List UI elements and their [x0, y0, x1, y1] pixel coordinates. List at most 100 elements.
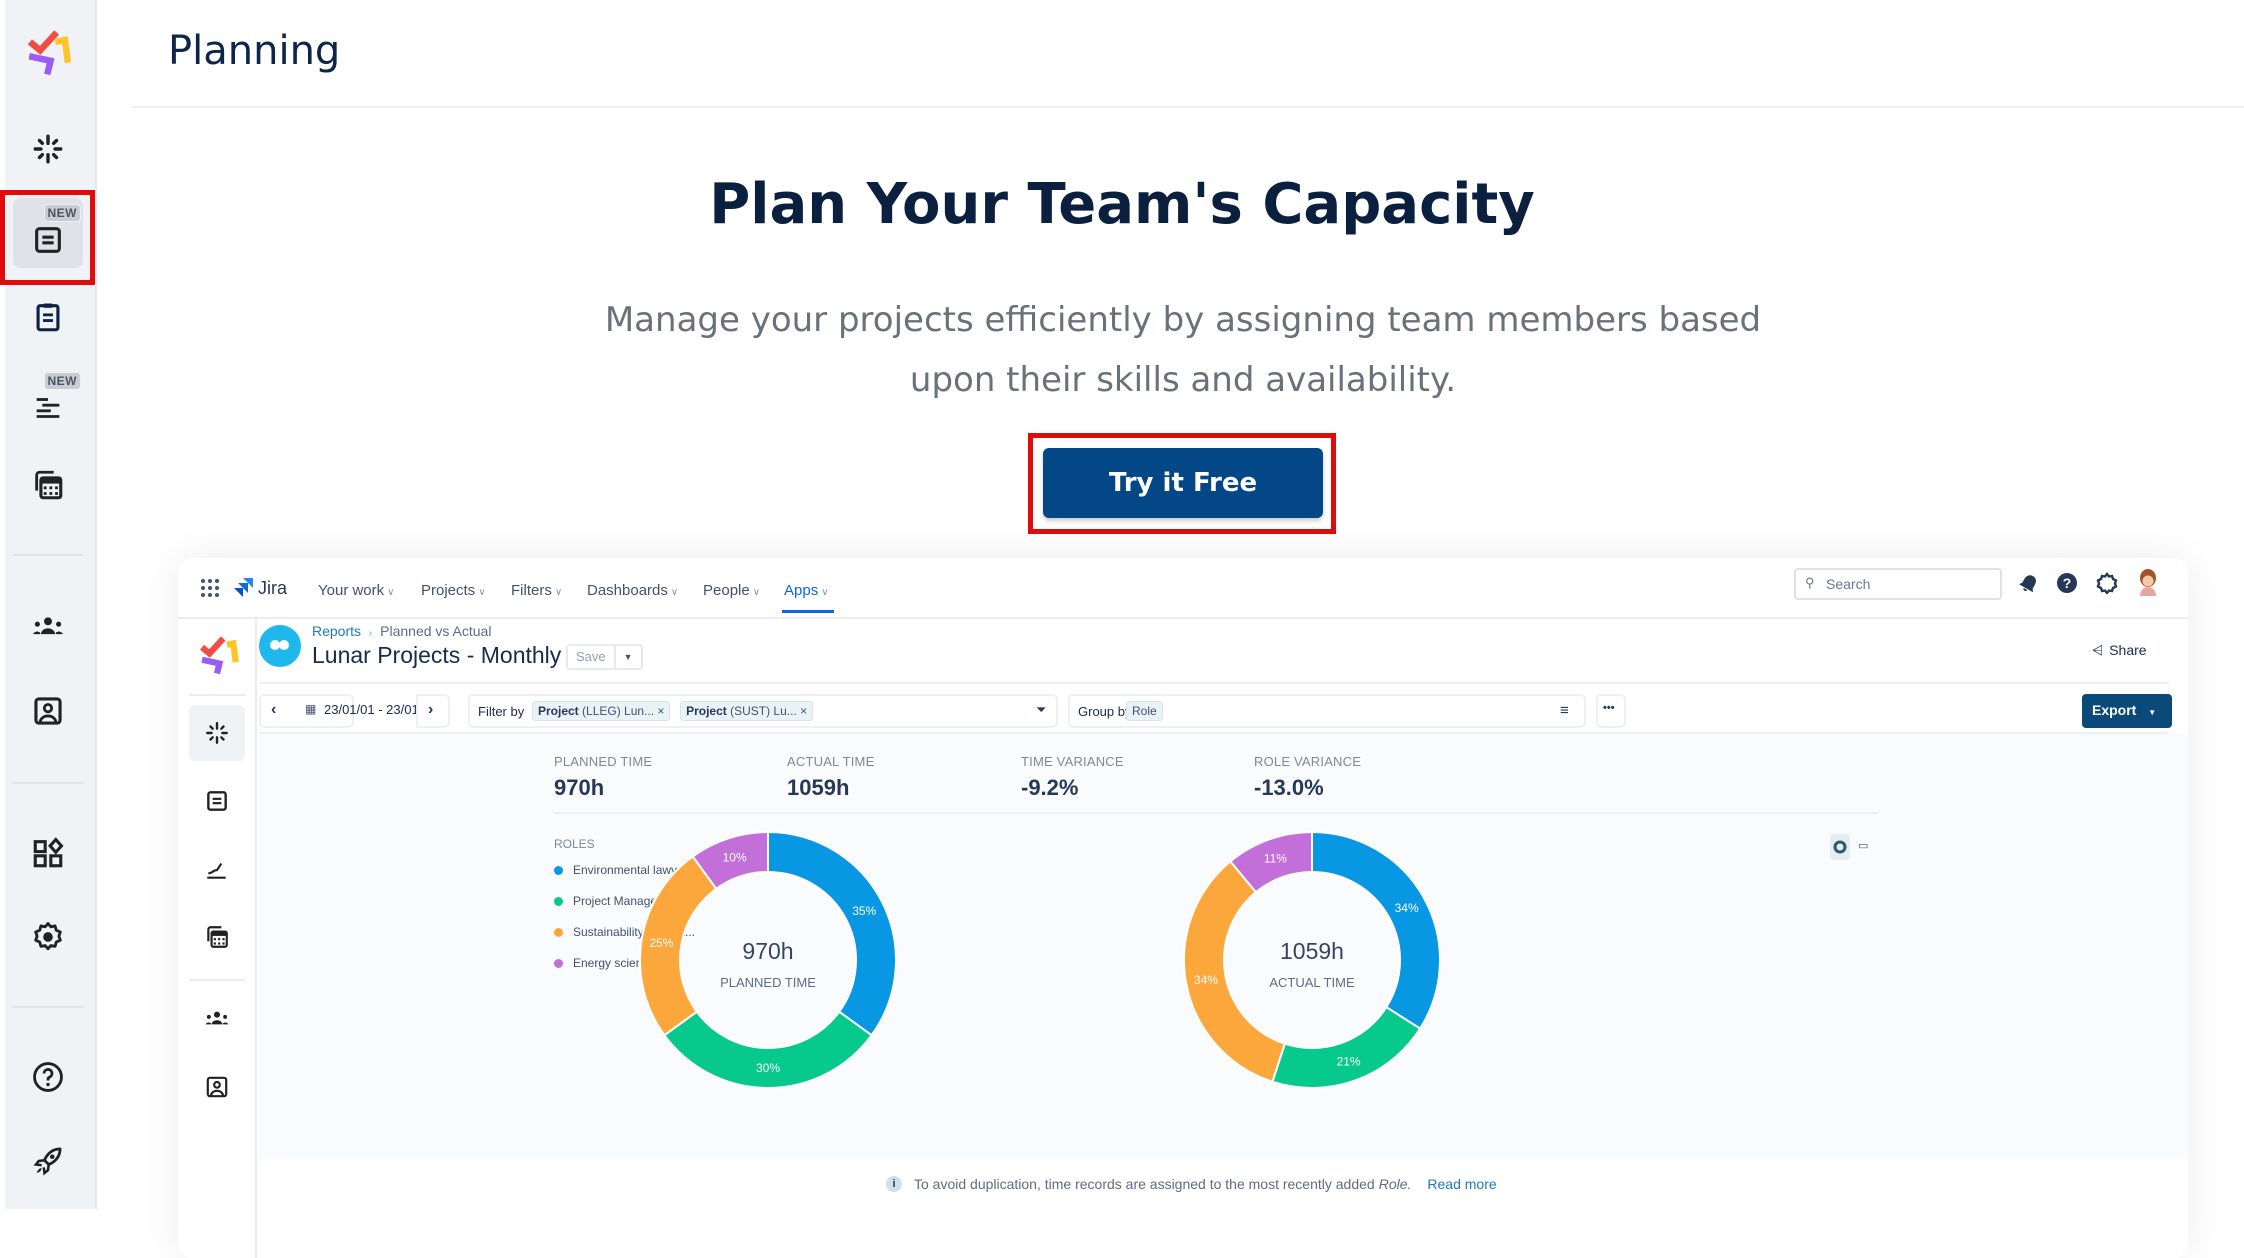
actual-donut-center: 1059h ACTUAL TIME	[1182, 938, 1442, 990]
report-footer	[259, 1158, 2188, 1258]
sidebar-item-apps[interactable]	[13, 818, 83, 888]
group-by-bar[interactable]: Group by Role ≡	[1068, 694, 1586, 728]
active-tab-indicator	[782, 610, 834, 613]
donut-center-label: ACTUAL TIME	[1269, 975, 1355, 990]
hero-title: Plan Your Team's Capacity	[709, 172, 1535, 237]
chevron-left-icon: ‹	[271, 701, 277, 718]
sidebar-item-timeline[interactable]: NEW	[13, 366, 83, 436]
more-options-button[interactable]: •••	[1596, 694, 1626, 728]
user-avatar[interactable]	[2136, 568, 2160, 596]
donut-slice[interactable]	[1311, 830, 1441, 1030]
preview-rail-profile[interactable]	[189, 1059, 245, 1115]
filter-chips: Project (LLEG) Lun... × Project (SUST) L…	[526, 701, 814, 721]
help-icon[interactable]: ?	[2056, 572, 2078, 594]
jira-nav-dashboards[interactable]: Dashboards ∨	[587, 582, 678, 599]
share-button[interactable]: ⩤ Share	[2092, 642, 2147, 659]
date-next-button[interactable]: ›	[416, 694, 450, 728]
nav-label: People	[703, 582, 750, 599]
export-button[interactable]: Export ▼	[2082, 694, 2172, 728]
search-placeholder: Search	[1826, 576, 1871, 592]
filter-chip[interactable]: Project (SUST) Lu... ×	[680, 701, 814, 721]
jira-nav-your-work[interactable]: Your work ∨	[318, 582, 394, 599]
header-divider	[132, 106, 2244, 108]
sidebar-item-teams[interactable]	[13, 592, 83, 662]
legend-swatch	[554, 896, 563, 906]
donut-slice-label: 34%	[1395, 901, 1419, 915]
document-lines-icon	[207, 791, 227, 811]
list-menu-icon[interactable]: ≡	[1560, 702, 1569, 719]
chevron-down-icon: ∨	[554, 587, 563, 598]
rail-divider	[189, 694, 245, 696]
info-icon: i	[886, 1176, 902, 1192]
jira-nav-filters[interactable]: Filters ∨	[511, 582, 562, 599]
page-title: Planning	[168, 28, 341, 74]
donut-slice[interactable]	[663, 1010, 873, 1089]
save-options-dropdown-icon[interactable]: ▼	[616, 646, 641, 668]
stat-value: -13.0%	[1254, 775, 1324, 800]
donut-slice[interactable]	[1271, 1005, 1422, 1089]
stat-actual-time: ACTUAL TIME 1059h	[787, 754, 874, 801]
donut-slice-label: 10%	[723, 850, 747, 864]
jira-logo-icon	[234, 578, 253, 597]
legend-swatch	[554, 927, 563, 937]
report-app-icon	[259, 625, 301, 667]
gear-icon	[34, 922, 62, 951]
legend-swatch	[554, 865, 563, 875]
note-emphasis: Role.	[1378, 1176, 1412, 1192]
preview-rail-dashboard[interactable]	[189, 705, 245, 761]
sidebar-item-settings[interactable]	[13, 902, 83, 972]
filter-bar[interactable]: Filter by Project (LLEG) Lun... × Projec…	[468, 694, 1058, 728]
planned-donut-center: 970h PLANNED TIME	[638, 938, 898, 990]
sidebar-item-whats-new[interactable]	[13, 1126, 83, 1196]
sparkle-icon	[206, 722, 228, 744]
chip-key: Project	[686, 704, 727, 718]
legend-swatch	[554, 958, 563, 968]
breadcrumb-reports-link[interactable]: Reports	[312, 623, 361, 639]
filter-chip[interactable]: Project (LLEG) Lun... ×	[532, 701, 671, 721]
rocket-icon	[33, 1147, 62, 1176]
jira-nav-apps[interactable]: Apps ∨	[784, 582, 829, 599]
gantt-lines-icon	[36, 398, 60, 418]
preview-rail-teams[interactable]	[189, 991, 245, 1047]
product-preview-screenshot: Jira Your work ∨ Projects ∨ Filters ∨ Dashb…	[178, 558, 2188, 1258]
preview-rail-trend[interactable]	[189, 841, 245, 897]
report-title: Lunar Projects - Monthly	[312, 642, 562, 668]
highlight-box-cta	[1028, 433, 1336, 534]
jira-nav-projects[interactable]: Projects ∨	[421, 582, 486, 599]
table-view-toggle[interactable]: ▭	[1858, 839, 1868, 852]
sidebar-item-calculator[interactable]	[13, 450, 83, 520]
brand-logo[interactable]	[13, 18, 83, 88]
donut-slice-label: 21%	[1337, 1055, 1361, 1069]
preview-sidebar	[178, 619, 257, 1258]
sidebar-item-profile[interactable]	[13, 676, 83, 746]
sidebar-item-reports[interactable]	[13, 282, 83, 352]
sparkle-icon	[33, 134, 63, 164]
donut-slice[interactable]	[767, 830, 897, 1037]
stat-role-variance: ROLE VARIANCE -13.0%	[1254, 754, 1361, 801]
settings-gear-icon[interactable]	[2096, 572, 2118, 594]
sidebar-item-help[interactable]	[13, 1042, 83, 1112]
group-by-chip[interactable]: Role	[1126, 701, 1163, 721]
nav-label: Dashboards	[587, 582, 668, 599]
chevron-right-icon: ›	[428, 701, 434, 718]
preview-rail-planning[interactable]	[189, 773, 245, 829]
stat-label: PLANNED TIME	[554, 754, 653, 769]
save-button[interactable]: Save	[568, 646, 616, 668]
notification-bell-icon[interactable]	[2018, 572, 2040, 594]
stat-label: ACTUAL TIME	[787, 754, 875, 769]
export-label: Export	[2092, 702, 2137, 718]
remove-chip-icon[interactable]: ×	[657, 704, 664, 718]
app-icon-dot	[279, 640, 289, 650]
jira-nav-people[interactable]: People ∨	[703, 582, 760, 599]
jira-product-name: Jira	[258, 578, 288, 598]
team-icon	[205, 1011, 229, 1025]
filter-funnel-icon[interactable]: ⏷	[1036, 702, 1046, 718]
donut-chart-icon	[1833, 840, 1847, 854]
remove-chip-icon[interactable]: ×	[800, 704, 807, 718]
jira-search-input[interactable]: ⚲ Search	[1794, 568, 2002, 600]
preview-rail-calculator[interactable]	[189, 909, 245, 965]
donut-view-toggle[interactable]	[1830, 834, 1850, 860]
read-more-link[interactable]: Read more	[1427, 1176, 1496, 1192]
donut-slice-label: 11%	[1264, 851, 1287, 865]
apps-grid-icon	[33, 837, 64, 868]
